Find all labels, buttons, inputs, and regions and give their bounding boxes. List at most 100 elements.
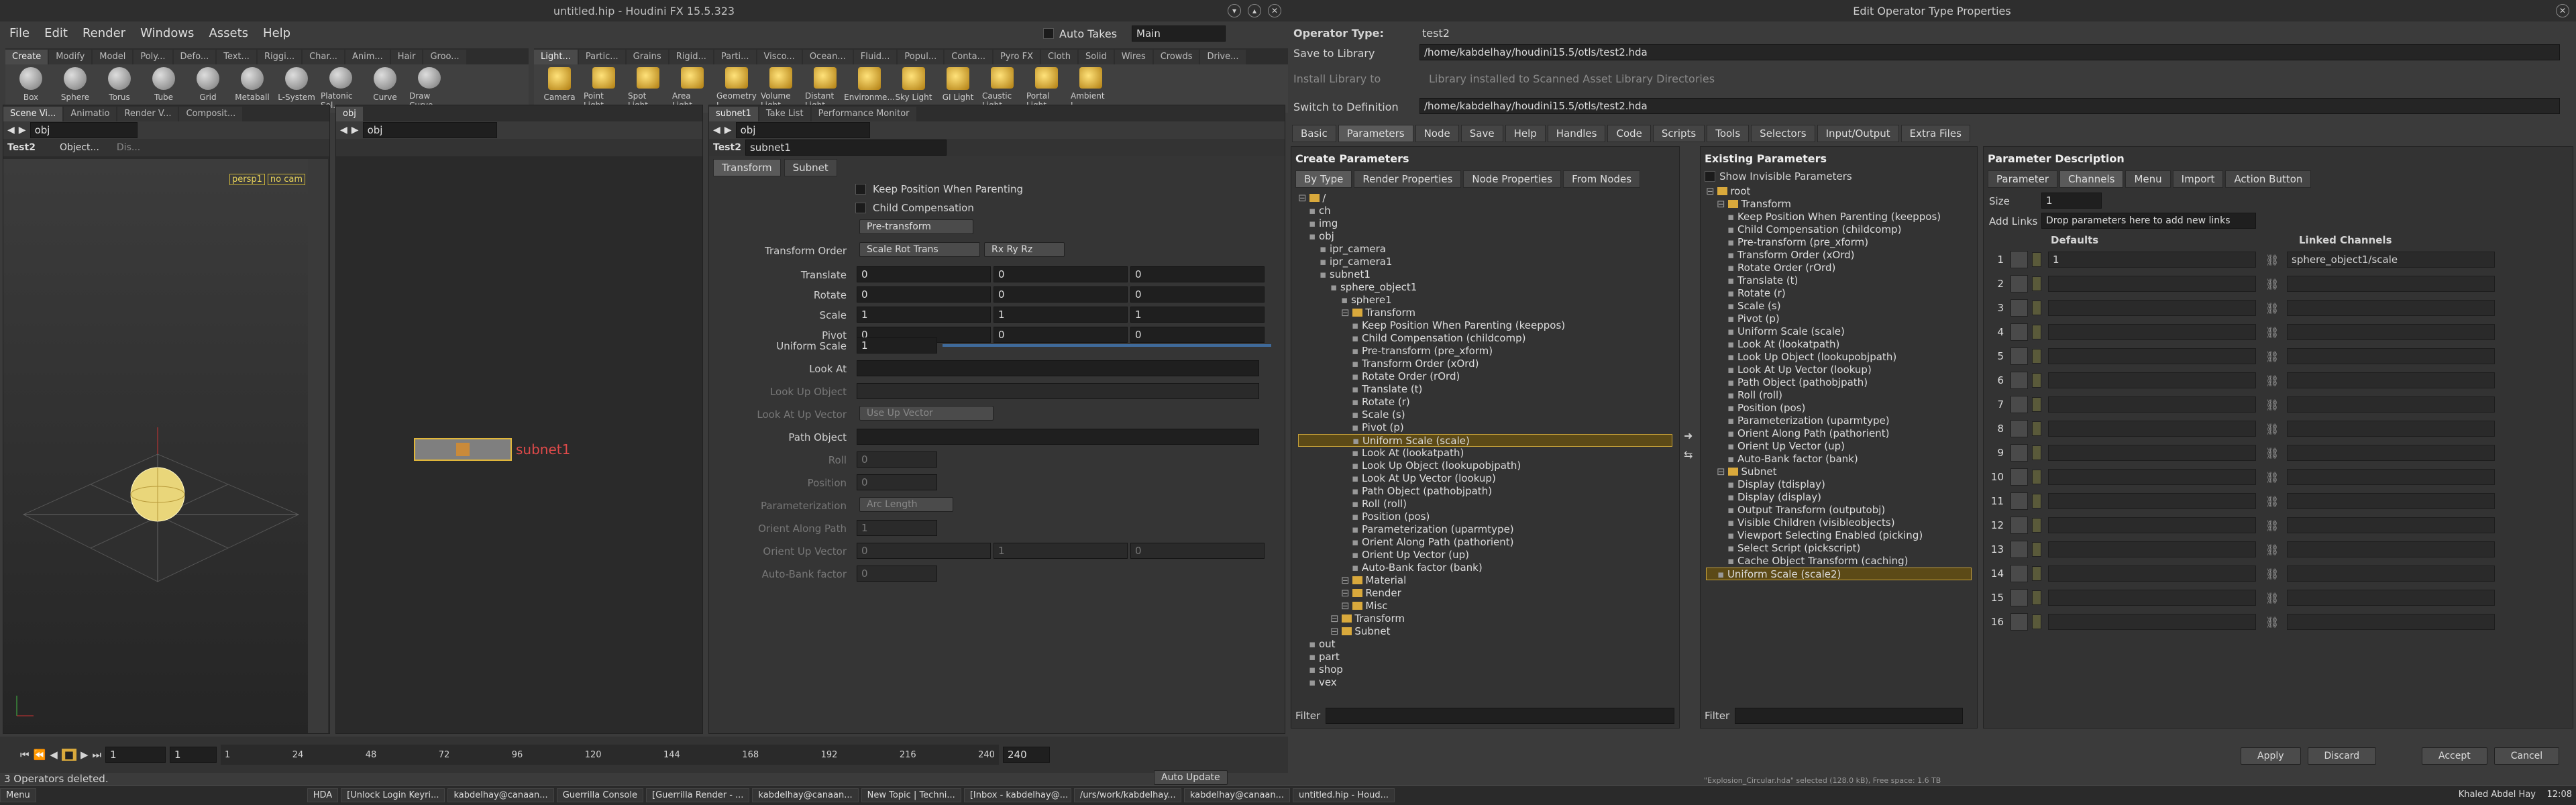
shelf-tool-metaball[interactable]: Metaball [232, 67, 272, 110]
xform-translate-y[interactable]: 0 [994, 266, 1128, 282]
current-frame[interactable]: 1 [105, 747, 166, 763]
cp-node[interactable]: ▪ Scale (s) [1298, 409, 1672, 421]
ex-node[interactable]: ▪ Orient Up Vector (up) [1706, 440, 1972, 453]
default-value-field[interactable] [2048, 541, 2256, 557]
net-back-icon[interactable]: ◀ [340, 125, 347, 136]
ex-node[interactable]: ▪ Keep Position When Parenting (keeppos) [1706, 211, 1972, 223]
channel-menu-icon[interactable] [2032, 590, 2041, 605]
uniform-scale-slider[interactable] [943, 344, 1271, 347]
cp-node[interactable]: ⊟ Misc [1298, 600, 1672, 612]
pretransform-menu[interactable]: Pre-transform [859, 219, 973, 234]
shelf-tool-caustic-light[interactable]: Caustic Light [982, 67, 1022, 110]
channel-select-icon[interactable] [2010, 541, 2028, 558]
default-value-field[interactable] [2048, 396, 2256, 413]
switch-path-field[interactable]: /home/kabdelhay/houdini15.5/otls/test2.h… [1419, 98, 2560, 114]
cp-tab-0[interactable]: By Type [1295, 170, 1352, 188]
channel-menu-icon[interactable] [2032, 614, 2041, 629]
linked-channel-field[interactable] [2287, 566, 2495, 582]
default-value-field[interactable] [2048, 566, 2256, 582]
xform-order-menu[interactable]: Scale Rot Trans [859, 242, 980, 257]
default-value-field[interactable] [2048, 469, 2256, 485]
dialog-tab-handles[interactable]: Handles [1547, 125, 1606, 142]
xform-translate-x[interactable]: 0 [857, 266, 991, 282]
ex-node[interactable]: ⊟ Subnet [1706, 466, 1972, 478]
ex-node[interactable]: ▪ Look At Up Vector (lookup) [1706, 364, 1972, 376]
linked-channel-field[interactable] [2287, 493, 2495, 509]
param-path[interactable]: obj [735, 122, 870, 138]
channel-select-icon[interactable] [2010, 299, 2028, 317]
desktop-select[interactable]: Main [1132, 25, 1226, 42]
cp-node[interactable]: ▪ vex [1298, 676, 1672, 689]
use-up-menu[interactable]: Use Up Vector [859, 406, 994, 421]
link-icon[interactable]: ⛓ [2265, 495, 2280, 508]
shelf-tab-r-5[interactable]: Visco... [757, 50, 802, 64]
dialog-close-icon[interactable]: ✕ [2556, 4, 2569, 17]
autobank-field[interactable]: 0 [857, 566, 937, 582]
shelf-tab-6[interactable]: Riggi... [257, 50, 302, 64]
ex-node[interactable]: ▪ Viewport Selecting Enabled (picking) [1706, 529, 1972, 542]
link-icon[interactable]: ⛓ [2265, 374, 2280, 387]
pane-tab-1[interactable]: Animatio [64, 107, 117, 121]
ex-node[interactable]: ▪ Visible Children (visibleobjects) [1706, 517, 1972, 529]
cp-node[interactable]: ▪ part [1298, 651, 1672, 663]
cancel-button[interactable]: Cancel [2493, 747, 2560, 765]
timeline-ticks[interactable]: 1 24 48 72 96 120 144 168 192 216 240 [221, 745, 999, 765]
shelf-tool-distant-light[interactable]: Distant Light [805, 67, 845, 110]
cp-node[interactable]: ▪ Path Object (pathobjpath) [1298, 485, 1672, 498]
cp-node[interactable]: ▪ Transform Order (xOrd) [1298, 358, 1672, 370]
existing-params-tree[interactable]: ⊟ root ⊟ Transform ▪ Keep Position When Pa… [1701, 182, 1977, 692]
cp-node[interactable]: ▪ Auto-Bank factor (bank) [1298, 561, 1672, 574]
rot-order-menu[interactable]: Rx Ry Rz [984, 242, 1065, 257]
menu-render[interactable]: Render [83, 26, 125, 40]
ex-filter-field[interactable] [1735, 708, 1964, 724]
viewport-toolbar[interactable] [308, 159, 328, 733]
xform-translate-z[interactable]: 0 [1130, 266, 1265, 282]
linked-channel-field[interactable] [2287, 396, 2495, 413]
linked-channel-field[interactable] [2287, 541, 2495, 557]
shelf-tab-r-8[interactable]: Popul... [898, 50, 944, 64]
link-icon[interactable]: ⛓ [2265, 447, 2280, 460]
dialog-tab-save[interactable]: Save [1460, 125, 1503, 142]
xform-rotate-y[interactable]: 0 [994, 286, 1128, 303]
cp-node[interactable]: ▪ Uniform Scale (scale) [1298, 434, 1672, 447]
shelf-tab-r-11[interactable]: Cloth [1041, 50, 1078, 64]
play-icon[interactable]: ▶ [80, 749, 89, 761]
cp-tab-1[interactable]: Render Properties [1354, 170, 1462, 188]
channel-select-icon[interactable] [2010, 372, 2028, 389]
close-icon[interactable]: ✕ [1268, 4, 1281, 17]
shelf-tool-l-system[interactable]: L-System [276, 67, 317, 110]
xform-rotate-x[interactable]: 0 [857, 286, 991, 303]
ex-node[interactable]: ▪ Path Object (pathobjpath) [1706, 376, 1972, 389]
jump-end-icon[interactable]: ⏭ [92, 749, 101, 761]
default-value-field[interactable] [2048, 276, 2256, 292]
move-right-icon[interactable]: ➜ [1684, 429, 1693, 442]
ex-node[interactable]: ▪ Display (display) [1706, 491, 1972, 504]
cp-node[interactable]: ▪ sphere_object1 [1298, 281, 1672, 294]
cp-node[interactable]: ▪ Pre-transform (pre_xform) [1298, 345, 1672, 358]
channel-select-icon[interactable] [2010, 420, 2028, 437]
channel-select-icon[interactable] [2010, 517, 2028, 534]
shelf-tool-ambient-l-[interactable]: Ambient L... [1071, 67, 1111, 110]
linked-channel-field[interactable] [2287, 348, 2495, 364]
default-value-field[interactable] [2048, 300, 2256, 316]
default-value-field[interactable] [2048, 493, 2256, 509]
subnet-node[interactable]: subnet1 [414, 438, 570, 461]
net-tab-0[interactable]: obj [336, 107, 363, 121]
cp-node[interactable]: ▪ Child Compensation (childcomp) [1298, 332, 1672, 345]
desc-tab-0[interactable]: Parameter [1988, 170, 2058, 188]
link-icon[interactable]: ⛓ [2265, 423, 2280, 435]
menu-assets[interactable]: Assets [209, 26, 248, 40]
auto-update-menu[interactable]: Auto Update [1154, 770, 1228, 785]
linked-channel-field[interactable] [2287, 421, 2495, 437]
dialog-tab-input-output[interactable]: Input/Output [1817, 125, 1899, 142]
shelf-tab-10[interactable]: Groo... [423, 50, 466, 64]
linked-channel-field[interactable] [2287, 445, 2495, 461]
channel-select-icon[interactable] [2010, 468, 2028, 486]
apply-button[interactable]: Apply [2241, 747, 2301, 765]
linked-channel-field[interactable] [2287, 300, 2495, 316]
node-name-field[interactable]: subnet1 [745, 140, 947, 156]
link-icon[interactable]: ⛓ [2265, 302, 2280, 315]
ex-node[interactable]: ▪ Position (pos) [1706, 402, 1972, 415]
cp-tab-3[interactable]: From Nodes [1563, 170, 1641, 188]
dialog-tab-code[interactable]: Code [1607, 125, 1651, 142]
